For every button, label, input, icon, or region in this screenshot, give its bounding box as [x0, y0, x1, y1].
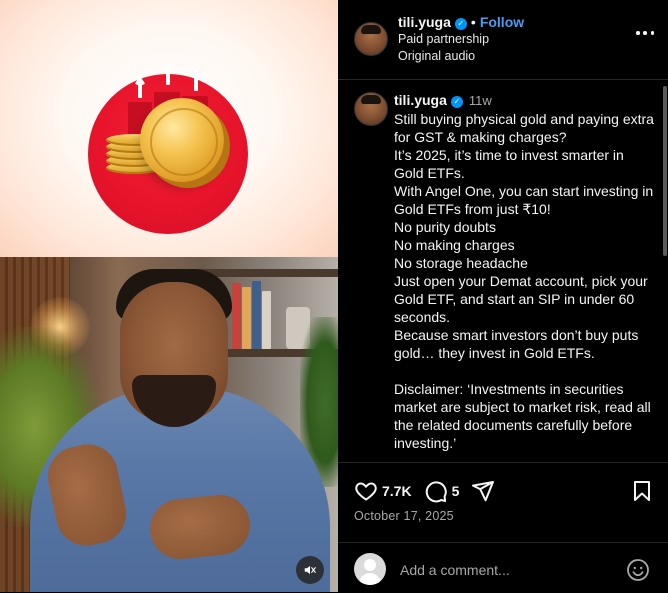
current-user-avatar [354, 553, 386, 585]
muted-icon [304, 565, 316, 575]
post-date[interactable]: October 17, 2025 [354, 509, 454, 523]
gold-coin-graphic [0, 0, 338, 257]
heart-icon [355, 482, 377, 501]
caption-line: With Angel One, you can start investing … [394, 183, 654, 217]
more-dot [650, 31, 654, 35]
bookmark-icon [634, 481, 650, 501]
caption-line: No making charges [394, 237, 515, 253]
like-count[interactable]: 7.7K [382, 483, 412, 499]
caption-line: Because smart investors don’t buy puts g… [394, 327, 639, 361]
comment-bar [338, 542, 668, 593]
book [262, 291, 271, 349]
author-avatar[interactable] [354, 22, 388, 56]
post-details-panel: tili.yuga ✓ • Follow Paid partnership Origi… [338, 0, 668, 592]
paid-partnership-label[interactable]: Paid partnership [398, 31, 524, 48]
separator-dot: • [470, 14, 476, 30]
post-age[interactable]: 11w [469, 93, 492, 108]
emoji-button[interactable] [626, 558, 650, 582]
save-button[interactable] [630, 479, 654, 503]
caption-text: Still buying physical gold and paying ex… [394, 110, 656, 452]
caption-line: No storage headache [394, 255, 528, 271]
more-options-button[interactable] [636, 30, 654, 36]
video-frame [0, 257, 338, 592]
action-bar: 7.7K 5 October 17, 2025 [338, 462, 668, 543]
share-icon [472, 481, 495, 502]
author-username[interactable]: tili.yuga [398, 14, 451, 30]
caption-line: Just open your Demat account, pick your … [394, 273, 648, 325]
caption-header: tili.yuga ✓ 11w [394, 92, 492, 108]
book [252, 281, 261, 349]
caption-line: Disclaimer: ‘Investments in securities m… [394, 381, 651, 451]
more-options-icon [636, 31, 640, 35]
mute-button[interactable] [296, 556, 324, 584]
follow-button[interactable]: Follow [480, 14, 524, 30]
caption-line: Still buying physical gold and paying ex… [394, 111, 654, 145]
comment-input[interactable] [398, 558, 622, 582]
caption-area: tili.yuga ✓ 11w Still buying physical gold… [338, 80, 660, 463]
verified-badge-icon: ✓ [454, 18, 467, 30]
caption-line: No purity doubts [394, 219, 496, 235]
audio-label[interactable]: Original audio [398, 48, 524, 65]
caption-line [394, 362, 656, 380]
book [232, 283, 241, 349]
gold-coin [140, 98, 224, 182]
more-dot [643, 31, 647, 35]
share-button[interactable] [471, 479, 495, 503]
caption-avatar[interactable] [354, 92, 388, 126]
action-row: 7.7K 5 [354, 479, 495, 503]
like-button[interactable] [354, 479, 378, 503]
emoji-icon [627, 559, 649, 581]
comment-count[interactable]: 5 [452, 483, 460, 499]
comment-button[interactable] [424, 479, 448, 503]
post-media[interactable] [0, 0, 338, 592]
caption-username[interactable]: tili.yuga [394, 92, 447, 108]
book [242, 287, 251, 349]
post-header: tili.yuga ✓ • Follow Paid partnership Origi… [338, 0, 668, 80]
author-info: tili.yuga ✓ • Follow Paid partnership Origi… [398, 14, 524, 65]
caption-scrollbar[interactable] [663, 86, 667, 256]
verified-badge-icon: ✓ [450, 96, 463, 108]
caption-line: It’s 2025, it’s time to invest smarter i… [394, 147, 624, 181]
comment-icon [425, 481, 447, 503]
